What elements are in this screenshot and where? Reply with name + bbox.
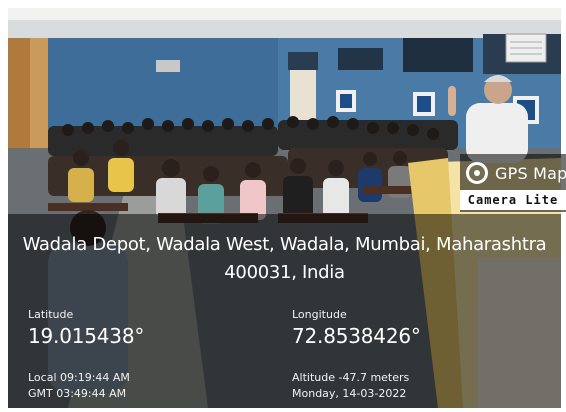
location-info-overlay: Wadala Depot, Wadala West, Wadala, Mumba… (8, 214, 561, 408)
badge-subtitle: Camera Lite (460, 190, 566, 210)
badge-title: GPS Map (495, 163, 566, 183)
gps-map-camera-badge: GPS Map Camera Lite (460, 154, 566, 212)
address-text: Wadala Depot, Wadala West, Wadala, Mumba… (22, 234, 547, 283)
longitude-value: 72.8538426° (292, 324, 421, 348)
altitude-text: Altitude -47.7 meters (292, 371, 410, 384)
longitude-label: Longitude (292, 308, 347, 321)
map-pin-dot (474, 170, 480, 176)
map-pin-icon (466, 162, 488, 184)
badge-logo-row: GPS Map (466, 160, 566, 186)
gmt-time: GMT 03:49:44 AM (28, 387, 127, 400)
local-time: Local 09:19:44 AM (28, 371, 130, 384)
date-text: Monday, 14-03-2022 (292, 387, 407, 400)
geotagged-photo-stage: GPS Map Camera Lite Wadala Depot, Wadala… (0, 0, 566, 412)
latitude-value: 19.015438° (28, 324, 145, 348)
latitude-label: Latitude (28, 308, 74, 321)
